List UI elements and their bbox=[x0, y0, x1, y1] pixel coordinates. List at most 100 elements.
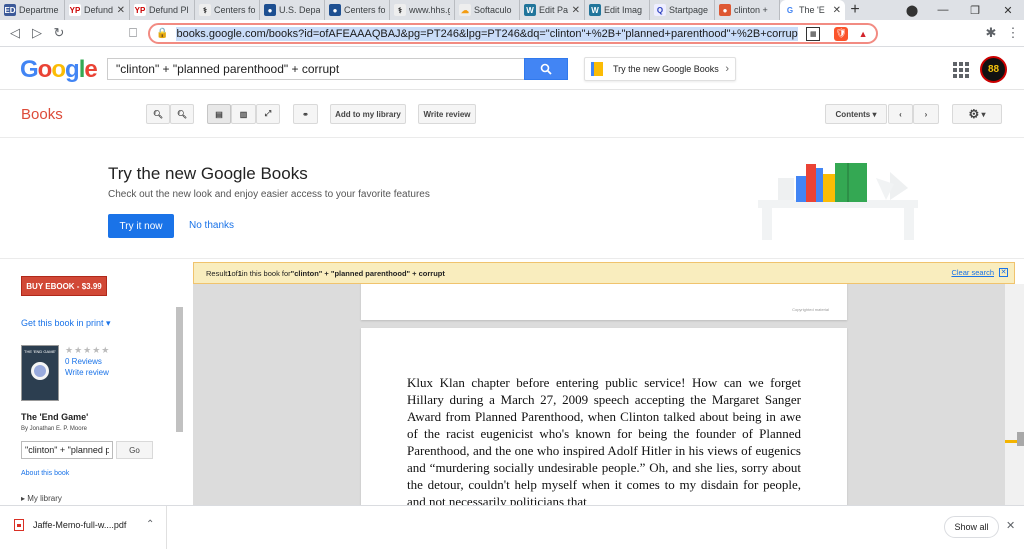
tab-favicon-icon: ⚕ bbox=[199, 4, 211, 16]
logo-letter: o bbox=[51, 56, 66, 83]
tab-12[interactable]: G The 'E ✕ bbox=[780, 0, 845, 20]
extensions-icon[interactable]: ✱ bbox=[980, 22, 1002, 44]
result-middle: in this book for bbox=[241, 268, 291, 278]
book-page-previous: Copyrighted material bbox=[361, 284, 847, 320]
books-title[interactable]: Books bbox=[21, 106, 63, 123]
reload-icon[interactable]: ↻ bbox=[48, 22, 70, 44]
tab-favicon-icon: W bbox=[524, 4, 536, 16]
sidebar-scrollbar[interactable] bbox=[176, 307, 183, 432]
minimize-button[interactable]: — bbox=[928, 0, 958, 20]
buy-ebook-button[interactable]: BUY EBOOK - $3.99 bbox=[21, 276, 107, 296]
single-page-button[interactable]: ▤ bbox=[207, 104, 231, 124]
close-window-button[interactable]: ✕ bbox=[993, 0, 1023, 20]
address-bar[interactable]: 🔒 books.google.com/books?id=ofAFEAAAQBAJ… bbox=[148, 23, 878, 44]
caret-down-icon: ▾ bbox=[872, 109, 877, 119]
search-inside-input[interactable] bbox=[21, 441, 113, 459]
book-sidebar: BUY EBOOK - $3.99 Get this book in print… bbox=[0, 259, 193, 505]
tab-7[interactable]: ☁ Softaculo bbox=[455, 0, 520, 20]
next-page-button[interactable]: › bbox=[913, 104, 939, 124]
new-tab-button[interactable]: + bbox=[845, 0, 865, 20]
rating-stars[interactable]: ★★★★★ bbox=[65, 345, 110, 356]
write-review-button[interactable]: Write review bbox=[418, 104, 476, 124]
tab-1[interactable]: YPDefund Pl✕ bbox=[65, 0, 130, 20]
single-page-icon: ▤ bbox=[215, 109, 223, 119]
logo-letter: g bbox=[65, 56, 80, 83]
two-page-button[interactable]: ▥ bbox=[231, 104, 256, 124]
gear-icon: ⚙ bbox=[968, 107, 980, 121]
settings-button[interactable]: ⚙ ▾ bbox=[952, 104, 1002, 124]
browser-toolbar: ◁ ▷ ↻ ⎕ 🔒 books.google.com/books?id=ofAF… bbox=[0, 20, 1024, 47]
tab-close-icon[interactable]: ✕ bbox=[572, 5, 580, 16]
show-all-button[interactable]: Show all bbox=[944, 516, 999, 538]
search-input[interactable] bbox=[107, 58, 525, 80]
lock-icon: 🔒 bbox=[156, 28, 169, 39]
tab-title: Centers fo bbox=[344, 5, 385, 15]
tab-favicon-icon: W bbox=[589, 4, 601, 16]
clear-search-link[interactable]: Clear search bbox=[951, 268, 994, 277]
tab-8[interactable]: W Edit Pa ✕ bbox=[520, 0, 585, 20]
tab-title: Edit Pa bbox=[539, 5, 569, 15]
tab-favicon-icon: ⚕ bbox=[394, 4, 406, 16]
tab-strip: EDDepartmeYPDefund Pl✕YPDefund Pl⚕Center… bbox=[0, 0, 1024, 20]
go-button[interactable]: Go bbox=[116, 441, 153, 459]
tab-11[interactable]: ● clinton + bbox=[715, 0, 780, 20]
tab-5[interactable]: ● Centers fo bbox=[325, 0, 390, 20]
qr-icon[interactable]: ▦ bbox=[806, 26, 821, 41]
clear-search-close-icon[interactable]: ✕ bbox=[999, 268, 1008, 277]
search-button[interactable] bbox=[524, 58, 568, 80]
close-icon[interactable]: ✕ bbox=[1006, 519, 1015, 532]
prev-page-button[interactable]: ‹ bbox=[888, 104, 913, 124]
book-cover[interactable]: THE 'END GAME' bbox=[21, 345, 59, 401]
caret-down-icon: ▾ bbox=[981, 109, 986, 119]
add-library-button[interactable]: Add to my library bbox=[330, 104, 406, 124]
google-logo[interactable]: Google bbox=[20, 56, 98, 84]
reviews-link[interactable]: 0 Reviews bbox=[65, 357, 102, 366]
tab-10[interactable]: Q Startpage bbox=[650, 0, 715, 20]
tab-9[interactable]: W Edit Imag bbox=[585, 0, 650, 20]
apps-grid-icon[interactable] bbox=[953, 62, 969, 78]
brave-rewards-icon[interactable]: ▲ bbox=[856, 27, 870, 41]
tab-0[interactable]: ED Departme bbox=[0, 0, 65, 20]
try-new-books-button[interactable]: Try the new Google Books › bbox=[584, 57, 736, 81]
promo-subtext: Check out the new look and enjoy easier … bbox=[108, 189, 430, 200]
tab-title: Edit Imag bbox=[604, 5, 643, 15]
books-toolbar: Books 🔍︎ 🔍︎ ▤ ▥ ⤢ ⚭ Add to my library Wr… bbox=[0, 90, 1024, 138]
chevron-up-icon[interactable]: ⌃ bbox=[146, 519, 154, 530]
scrollbar-thumb[interactable] bbox=[1017, 432, 1024, 446]
my-library-link[interactable]: ▸ My library bbox=[21, 494, 62, 503]
link-button[interactable]: ⚭ bbox=[293, 104, 318, 124]
logo-letter: o bbox=[37, 56, 53, 83]
logo-letter: G bbox=[20, 56, 39, 83]
viewer-scrollbar[interactable] bbox=[1005, 284, 1024, 505]
book-viewer[interactable]: Copyrighted material Klux Klan chapter b… bbox=[193, 284, 1005, 505]
fullscreen-button[interactable]: ⤢ bbox=[256, 104, 280, 124]
contents-dropdown[interactable]: Contents ▾ bbox=[825, 104, 887, 124]
profile-dropdown-icon[interactable]: ⬤ bbox=[897, 0, 927, 20]
no-thanks-link[interactable]: No thanks bbox=[189, 220, 234, 231]
url-text[interactable]: books.google.com/books?id=ofAFEAAAQBAJ&p… bbox=[176, 26, 799, 41]
menu-icon[interactable]: ⋮ bbox=[1002, 22, 1024, 44]
bookmark-icon[interactable]: ⎕ bbox=[122, 22, 144, 44]
download-item[interactable]: Jaffe-Memo-full-w....pdf bbox=[14, 519, 126, 531]
maximize-button[interactable]: ❐ bbox=[960, 0, 990, 20]
back-icon[interactable]: ◁ bbox=[4, 22, 26, 44]
tab-4[interactable]: ● U.S. Depar bbox=[260, 0, 325, 20]
zoom-in-button[interactable]: 🔍︎ bbox=[170, 104, 194, 124]
about-book-link[interactable]: About this book bbox=[21, 470, 69, 477]
tab-favicon-icon: ED bbox=[4, 4, 16, 16]
forward-icon[interactable]: ▷ bbox=[26, 22, 48, 44]
tab-2[interactable]: YP Defund Pl bbox=[130, 0, 195, 20]
brave-shield-icon[interactable]: 🛡 bbox=[834, 26, 849, 41]
tab-close-icon[interactable]: ✕ bbox=[833, 5, 841, 16]
zoom-out-button[interactable]: 🔍︎ bbox=[146, 104, 170, 124]
tab-6[interactable]: ⚕ www.hhs.g bbox=[390, 0, 455, 20]
tab-3[interactable]: ⚕ Centers fo bbox=[195, 0, 260, 20]
tab-title: Startpage bbox=[669, 5, 709, 15]
tab-close-icon[interactable]: ✕ bbox=[117, 5, 125, 16]
get-print-link[interactable]: Get this book in print ▾ bbox=[21, 318, 111, 329]
try-it-now-button[interactable]: Try it now bbox=[108, 214, 174, 238]
write-review-link[interactable]: Write review bbox=[65, 368, 109, 377]
books-icon bbox=[591, 62, 603, 76]
avatar[interactable]: 88 bbox=[980, 56, 1007, 83]
tab-favicon-icon: Q bbox=[654, 4, 666, 16]
